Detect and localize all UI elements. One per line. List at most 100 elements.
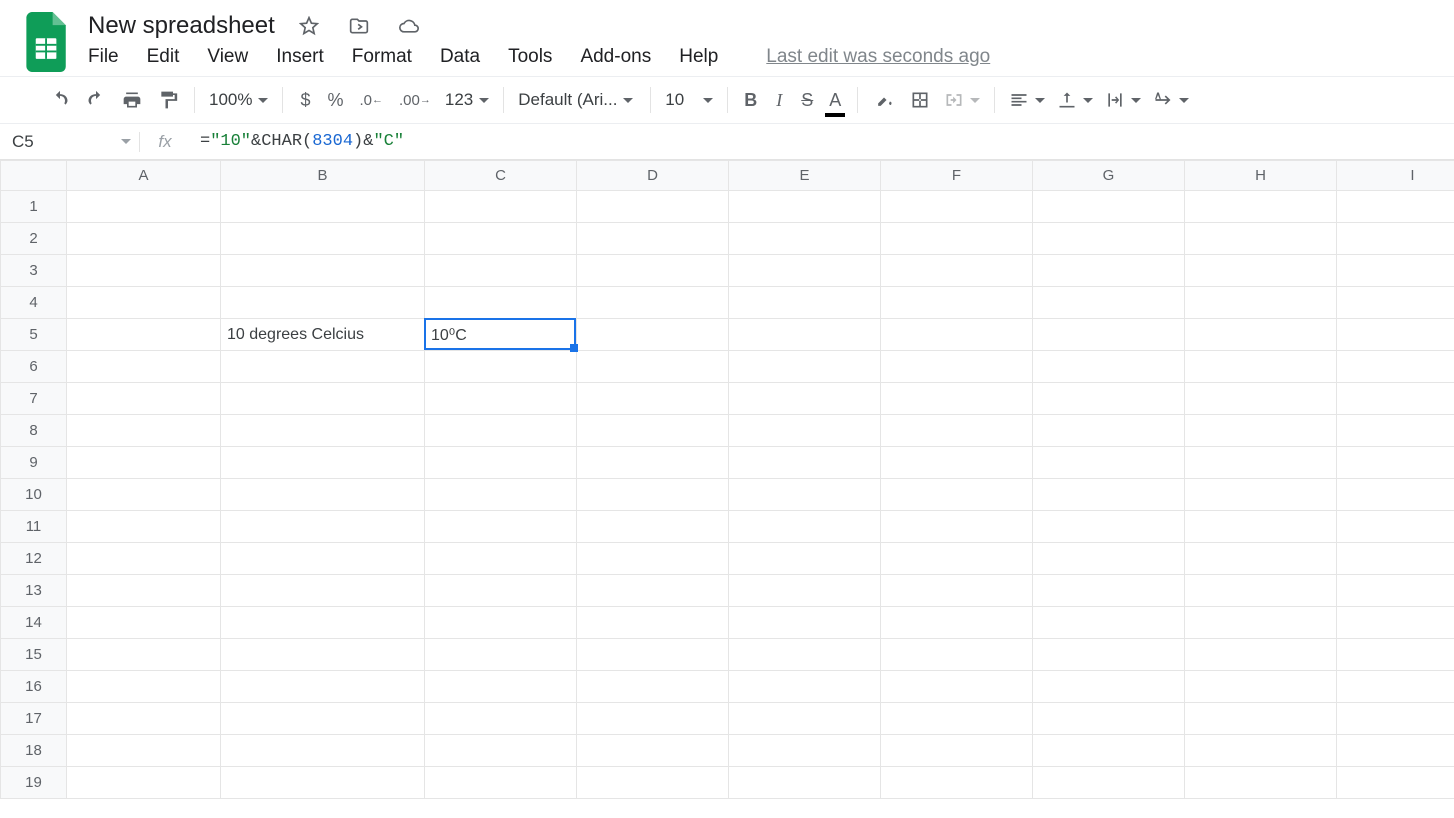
cell-B15[interactable] [221,639,425,671]
merge-cells-button[interactable] [938,90,986,110]
cell-A6[interactable] [67,351,221,383]
cell-H3[interactable] [1185,255,1337,287]
cell-E10[interactable] [729,479,881,511]
column-header-I[interactable]: I [1337,161,1454,191]
cell-D9[interactable] [577,447,729,479]
cell-C13[interactable] [425,575,577,607]
cell-D17[interactable] [577,703,729,735]
cell-E19[interactable] [729,767,881,799]
cloud-status-icon[interactable] [391,10,427,42]
cell-D3[interactable] [577,255,729,287]
cell-E13[interactable] [729,575,881,607]
cell-E2[interactable] [729,223,881,255]
row-header-15[interactable]: 15 [1,639,67,671]
column-header-F[interactable]: F [881,161,1033,191]
cell-H2[interactable] [1185,223,1337,255]
cell-C2[interactable] [425,223,577,255]
cell-H4[interactable] [1185,287,1337,319]
cell-D15[interactable] [577,639,729,671]
menu-insert[interactable]: Insert [276,46,324,68]
cell-C7[interactable] [425,383,577,415]
cell-F11[interactable] [881,511,1033,543]
cell-E1[interactable] [729,191,881,223]
cell-F14[interactable] [881,607,1033,639]
cell-D6[interactable] [577,351,729,383]
column-header-E[interactable]: E [729,161,881,191]
select-all-corner[interactable] [1,161,67,191]
cell-H1[interactable] [1185,191,1337,223]
strikethrough-button[interactable]: S [793,84,821,116]
vertical-align-button[interactable] [1051,90,1099,110]
cell-A1[interactable] [67,191,221,223]
cell-I10[interactable] [1337,479,1454,511]
borders-button[interactable] [902,84,938,116]
star-outline-icon[interactable] [291,10,327,42]
increase-decimal-button[interactable]: .00→ [391,84,439,116]
cell-G16[interactable] [1033,671,1185,703]
cell-I1[interactable] [1337,191,1454,223]
cell-E9[interactable] [729,447,881,479]
cell-F10[interactable] [881,479,1033,511]
cell-B11[interactable] [221,511,425,543]
cell-C10[interactable] [425,479,577,511]
fill-color-button[interactable] [866,84,902,116]
cell-B16[interactable] [221,671,425,703]
cell-I15[interactable] [1337,639,1454,671]
cell-C5[interactable]: 10⁰C [425,319,577,351]
redo-button[interactable] [78,84,114,116]
cell-G15[interactable] [1033,639,1185,671]
cell-E17[interactable] [729,703,881,735]
cell-F16[interactable] [881,671,1033,703]
cell-H5[interactable] [1185,319,1337,351]
cell-G19[interactable] [1033,767,1185,799]
cell-I4[interactable] [1337,287,1454,319]
cell-I3[interactable] [1337,255,1454,287]
cell-D11[interactable] [577,511,729,543]
cell-F9[interactable] [881,447,1033,479]
cell-E12[interactable] [729,543,881,575]
cell-C8[interactable] [425,415,577,447]
cell-G17[interactable] [1033,703,1185,735]
cell-E3[interactable] [729,255,881,287]
row-header-10[interactable]: 10 [1,479,67,511]
cell-G5[interactable] [1033,319,1185,351]
cell-H6[interactable] [1185,351,1337,383]
cell-G14[interactable] [1033,607,1185,639]
cell-C14[interactable] [425,607,577,639]
undo-button[interactable] [42,84,78,116]
cell-A7[interactable] [67,383,221,415]
cell-A4[interactable] [67,287,221,319]
cell-B13[interactable] [221,575,425,607]
menu-format[interactable]: Format [352,46,412,68]
cell-B2[interactable] [221,223,425,255]
cell-I19[interactable] [1337,767,1454,799]
cell-C11[interactable] [425,511,577,543]
cell-A11[interactable] [67,511,221,543]
column-header-C[interactable]: C [425,161,577,191]
cell-A15[interactable] [67,639,221,671]
cell-I18[interactable] [1337,735,1454,767]
cell-F3[interactable] [881,255,1033,287]
row-header-19[interactable]: 19 [1,767,67,799]
move-to-folder-icon[interactable] [341,10,377,42]
cell-H12[interactable] [1185,543,1337,575]
cell-D4[interactable] [577,287,729,319]
more-formats-select[interactable]: 123 [439,90,495,110]
cell-A17[interactable] [67,703,221,735]
cell-C19[interactable] [425,767,577,799]
row-header-18[interactable]: 18 [1,735,67,767]
row-header-5[interactable]: 5 [1,319,67,351]
cell-E16[interactable] [729,671,881,703]
row-header-1[interactable]: 1 [1,191,67,223]
cell-D7[interactable] [577,383,729,415]
cell-F5[interactable] [881,319,1033,351]
column-header-H[interactable]: H [1185,161,1337,191]
cell-H14[interactable] [1185,607,1337,639]
row-header-14[interactable]: 14 [1,607,67,639]
cell-C15[interactable] [425,639,577,671]
cell-H15[interactable] [1185,639,1337,671]
cell-F8[interactable] [881,415,1033,447]
cell-A10[interactable] [67,479,221,511]
sheets-logo[interactable] [24,12,70,72]
cell-F18[interactable] [881,735,1033,767]
